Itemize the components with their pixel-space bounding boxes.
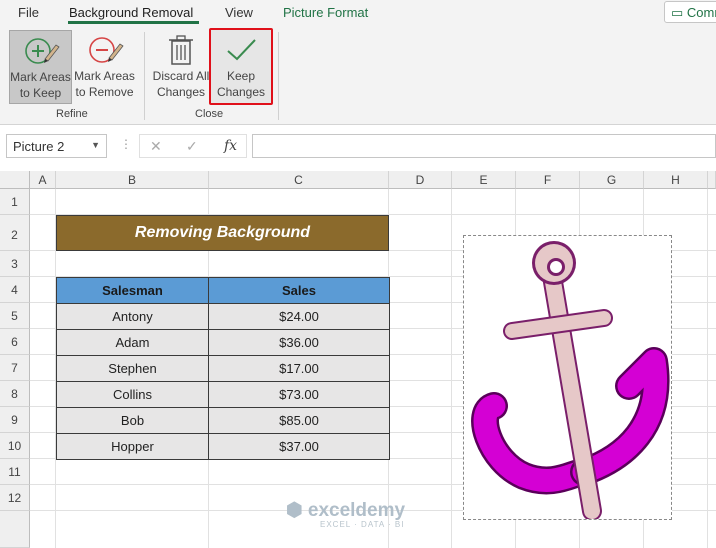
- mark-remove-label-2: to Remove: [75, 85, 134, 99]
- table-row: Collins $73.00: [56, 381, 390, 408]
- trash-icon: [169, 35, 193, 65]
- gridline: [707, 189, 708, 548]
- table-row: Antony $24.00: [56, 303, 390, 330]
- row-header-5[interactable]: 5: [0, 303, 30, 329]
- row-header-3[interactable]: 3: [0, 251, 30, 277]
- formula-controls: ✕ ✓ fx: [139, 134, 247, 158]
- table-row: Stephen $17.00: [56, 355, 390, 382]
- cell-sales[interactable]: $37.00: [208, 433, 390, 460]
- header-sales[interactable]: Sales: [208, 277, 390, 304]
- logo-icon: ⬢: [286, 500, 303, 521]
- row-header-9[interactable]: 9: [0, 407, 30, 433]
- column-header-b[interactable]: B: [56, 171, 209, 189]
- sales-table: Salesman Sales Antony $24.00 Adam $36.00…: [56, 277, 390, 460]
- cell-sales[interactable]: $85.00: [208, 407, 390, 434]
- row-header-10[interactable]: 10: [0, 433, 30, 459]
- cell-sales[interactable]: $17.00: [208, 355, 390, 382]
- row-header-7[interactable]: 7: [0, 355, 30, 381]
- group-separator-2: [278, 32, 279, 120]
- keep-changes-highlight: [209, 28, 273, 105]
- cell-salesman[interactable]: Antony: [56, 303, 209, 330]
- mark-remove-icon: [88, 37, 124, 63]
- comments-label: Comments: [686, 5, 716, 20]
- discard-all-changes-button[interactable]: Discard All Changes: [151, 30, 211, 104]
- row-header-4[interactable]: 4: [0, 277, 30, 303]
- tab-picture-format[interactable]: Picture Format: [283, 5, 368, 20]
- row-header-8[interactable]: 8: [0, 381, 30, 407]
- cell-salesman[interactable]: Bob: [56, 407, 209, 434]
- worksheet-grid[interactable]: A B C D E F G H 1 2 3 4 5 6 7 8 9 10 11 …: [0, 171, 716, 548]
- cancel-icon[interactable]: ✕: [150, 138, 162, 155]
- tab-view[interactable]: View: [225, 5, 253, 20]
- enter-check-icon[interactable]: ✓: [186, 138, 198, 155]
- table-row: Bob $85.00: [56, 407, 390, 434]
- mark-remove-label-1: Mark Areas: [74, 69, 135, 83]
- comments-button[interactable]: ▭ Comments: [664, 1, 716, 23]
- anchor-image: [471, 241, 670, 519]
- active-tab-indicator: [68, 21, 199, 24]
- tab-file[interactable]: File: [18, 5, 39, 20]
- row-header-1[interactable]: 1: [0, 189, 30, 215]
- chevron-down-icon[interactable]: ▼: [91, 140, 100, 150]
- fx-icon[interactable]: fx: [224, 138, 237, 154]
- mark-keep-label-2: to Keep: [19, 86, 62, 100]
- name-box-value: Picture 2: [13, 139, 65, 154]
- row-header-11[interactable]: 11: [0, 459, 30, 485]
- mark-keep-icon: [24, 38, 60, 64]
- select-all-corner[interactable]: [0, 171, 30, 189]
- mark-areas-to-keep-button[interactable]: Mark Areas to Keep: [9, 30, 72, 104]
- row-header-2[interactable]: 2: [0, 215, 30, 251]
- logo-tagline: EXCEL · DATA · BI: [320, 520, 405, 529]
- logo-text: exceldemy: [307, 500, 406, 521]
- cell-salesman[interactable]: Hopper: [56, 433, 209, 460]
- gridline: [451, 189, 452, 548]
- column-header-a[interactable]: A: [30, 171, 56, 189]
- group-separator: [144, 32, 145, 120]
- column-header-e[interactable]: E: [452, 171, 516, 189]
- column-header-h[interactable]: H: [644, 171, 708, 189]
- row-header-12[interactable]: 12: [0, 485, 30, 511]
- table-row: Adam $36.00: [56, 329, 390, 356]
- tab-background-removal[interactable]: Background Removal: [69, 5, 193, 20]
- cell-salesman[interactable]: Collins: [56, 381, 209, 408]
- table-header-row: Salesman Sales: [56, 277, 390, 304]
- mark-areas-to-remove-button[interactable]: Mark Areas to Remove: [73, 30, 136, 104]
- header-salesman[interactable]: Salesman: [56, 277, 209, 304]
- more-options-icon[interactable]: ⋮: [120, 137, 132, 151]
- cell-salesman[interactable]: Adam: [56, 329, 209, 356]
- cell-sales[interactable]: $24.00: [208, 303, 390, 330]
- comment-icon: ▭: [671, 5, 684, 20]
- column-header-i[interactable]: [708, 171, 716, 189]
- title-cell[interactable]: Removing Background: [56, 215, 389, 251]
- name-box[interactable]: Picture 2 ▼: [6, 134, 107, 158]
- exceldemy-logo: ⬢ exceldemy: [286, 499, 405, 522]
- cell-sales[interactable]: $73.00: [208, 381, 390, 408]
- column-header-g[interactable]: G: [580, 171, 644, 189]
- ribbon: Mark Areas to Keep Mark Areas to Remove …: [0, 26, 716, 125]
- menu-bar: File Background Removal View Picture For…: [0, 0, 716, 26]
- row-header-6[interactable]: 6: [0, 329, 30, 355]
- column-header-d[interactable]: D: [389, 171, 452, 189]
- column-header-c[interactable]: C: [209, 171, 389, 189]
- group-label-refine: Refine: [56, 108, 88, 120]
- column-header-f[interactable]: F: [516, 171, 580, 189]
- row-header-13[interactable]: [0, 511, 30, 548]
- table-row: Hopper $37.00: [56, 433, 390, 460]
- anchor-picture[interactable]: [463, 235, 672, 520]
- cell-salesman[interactable]: Stephen: [56, 355, 209, 382]
- group-label-close: Close: [195, 108, 224, 120]
- formula-input[interactable]: [252, 134, 716, 158]
- cell-sales[interactable]: $36.00: [208, 329, 390, 356]
- discard-label-1: Discard All: [152, 69, 210, 83]
- discard-label-2: Changes: [156, 85, 206, 99]
- formula-bar: Picture 2 ▼ ⋮ ✕ ✓ fx: [0, 125, 716, 171]
- mark-keep-label-1: Mark Areas: [10, 70, 71, 84]
